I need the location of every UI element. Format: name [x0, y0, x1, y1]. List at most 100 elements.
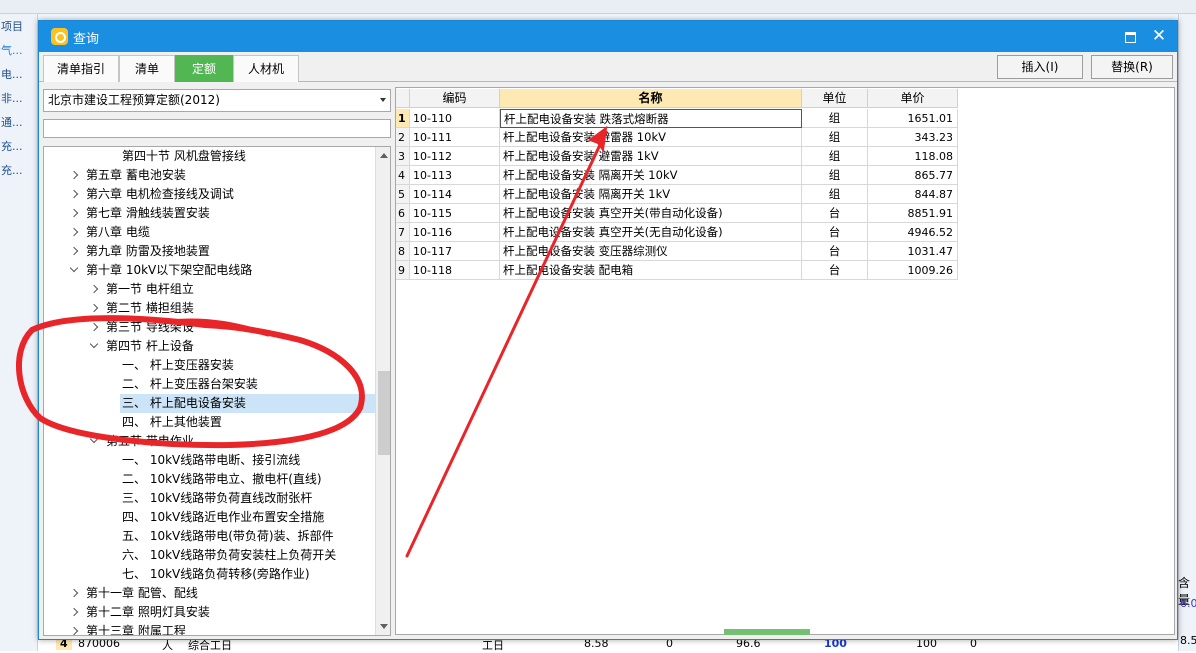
chevron-right-icon[interactable] [70, 171, 78, 179]
cell-code[interactable]: 10-112 [410, 147, 500, 166]
cell-unit[interactable]: 台 [802, 223, 868, 242]
cell-n[interactable]: 1 [396, 109, 410, 128]
tree-node[interactable]: 第九章 防雷及接地装置 [44, 242, 375, 261]
cell-unit[interactable]: 台 [802, 261, 868, 280]
tree-node[interactable]: 一、 10kV线路带电断、接引流线 [44, 451, 375, 470]
tree-node[interactable]: 二、 杆上变压器台架安装 [44, 375, 375, 394]
bg-left-item[interactable]: 通... [0, 112, 38, 134]
tree-node[interactable]: 第十三章 附属工程 [44, 622, 375, 635]
cell-n[interactable]: 3 [396, 147, 410, 166]
cell-n[interactable]: 8 [396, 242, 410, 261]
column-header-name[interactable]: 名称 [500, 89, 802, 108]
tree-node[interactable]: 四、 10kV线路近电作业布置安全措施 [44, 508, 375, 527]
cell-code[interactable]: 10-114 [410, 185, 500, 204]
tree-node[interactable]: 第三节 导线架设 [44, 318, 375, 337]
tree-node[interactable]: 第五章 蓄电池安装 [44, 166, 375, 185]
cell-unit[interactable]: 组 [802, 128, 868, 147]
table-corner[interactable] [396, 89, 410, 108]
cell-price[interactable]: 343.23 [868, 128, 958, 147]
close-icon[interactable]: ✕ [1149, 25, 1169, 47]
cell-unit[interactable]: 组 [802, 109, 868, 128]
tab-bill[interactable]: 清单 [119, 55, 175, 82]
chevron-down-icon[interactable] [90, 342, 98, 350]
cell-name[interactable]: 杆上配电设备安装 真空开关(带自动化设备) [500, 204, 802, 223]
chevron-right-icon[interactable] [90, 304, 98, 312]
tree-vertical-scrollbar[interactable] [375, 147, 390, 635]
cell-name[interactable]: 杆上配电设备安装 隔离开关 10kV [500, 166, 802, 185]
cell-name[interactable]: 杆上配电设备安装 避雷器 1kV [500, 147, 802, 166]
tree-node[interactable]: 第十二章 照明灯具安装 [44, 603, 375, 622]
chevron-right-icon[interactable] [70, 608, 78, 616]
cell-code[interactable]: 10-110 [410, 109, 500, 128]
chevron-right-icon[interactable] [90, 285, 98, 293]
tree-node[interactable]: 五、 10kV线路带电(带负荷)装、拆部件 [44, 527, 375, 546]
cell-n[interactable]: 5 [396, 185, 410, 204]
chevron-down-icon[interactable] [70, 266, 78, 274]
cell-unit[interactable]: 台 [802, 204, 868, 223]
cell-price[interactable]: 865.77 [868, 166, 958, 185]
cell-unit[interactable]: 组 [802, 166, 868, 185]
tab-quota[interactable]: 定额 [175, 55, 233, 82]
tab-labor-material-machine[interactable]: 人材机 [233, 55, 299, 82]
cell-price[interactable]: 1651.01 [868, 109, 958, 128]
tree-node[interactable]: 四、 杆上其他装置 [44, 413, 375, 432]
tree-node[interactable]: 一、 杆上变压器安装 [44, 356, 375, 375]
cell-name[interactable]: 杆上配电设备安装 隔离开关 1kV [500, 185, 802, 204]
chevron-right-icon[interactable] [90, 323, 98, 331]
tree-node[interactable]: 第四十节 风机盘管接线 [44, 147, 375, 166]
cell-price[interactable]: 118.08 [868, 147, 958, 166]
bg-left-item[interactable]: 气... [0, 40, 38, 62]
column-header-unit[interactable]: 单位 [802, 89, 868, 108]
tree-node[interactable]: 七、 10kV线路负荷转移(旁路作业) [44, 565, 375, 584]
tree-node[interactable]: 第五节 带电作业 [44, 432, 375, 451]
tree-node[interactable]: 第十一章 配管、配线 [44, 584, 375, 603]
cell-name[interactable]: 杆上配电设备安装 变压器综测仪 [500, 242, 802, 261]
chevron-right-icon[interactable] [70, 190, 78, 198]
cell-name[interactable]: 杆上配电设备安装 跌落式熔断器 [500, 109, 802, 128]
cell-price[interactable]: 1009.26 [868, 261, 958, 280]
cell-name[interactable]: 杆上配电设备安装 配电箱 [500, 261, 802, 280]
tree-node[interactable]: 第八章 电缆 [44, 223, 375, 242]
chevron-right-icon[interactable] [70, 228, 78, 236]
replace-button[interactable]: 替换(R) [1091, 55, 1173, 79]
cell-n[interactable]: 6 [396, 204, 410, 223]
cell-n[interactable]: 4 [396, 166, 410, 185]
cell-code[interactable]: 10-117 [410, 242, 500, 261]
tree-node[interactable]: 第一节 电杆组立 [44, 280, 375, 299]
cell-name[interactable]: 杆上配电设备安装 避雷器 10kV [500, 128, 802, 147]
tree-node[interactable]: 第二节 横担组装 [44, 299, 375, 318]
tree-node[interactable]: 三、 杆上配电设备安装 [120, 394, 375, 413]
tree-search-input[interactable] [43, 119, 391, 138]
tree-node[interactable]: 六、 10kV线路带负荷安装柱上负荷开关 [44, 546, 375, 565]
cell-name[interactable]: 杆上配电设备安装 真空开关(无自动化设备) [500, 223, 802, 242]
cell-code[interactable]: 10-118 [410, 261, 500, 280]
dialog-title-bar[interactable]: 查询 ✕ [39, 21, 1177, 52]
bg-left-item[interactable]: 项目 [0, 16, 38, 38]
column-header-code[interactable]: 编码 [410, 89, 500, 108]
chevron-down-icon[interactable] [90, 437, 98, 445]
tree-node[interactable]: 第十章 10kV以下架空配电线路 [44, 261, 375, 280]
scrollbar-thumb[interactable] [378, 371, 390, 455]
cell-n[interactable]: 7 [396, 223, 410, 242]
cell-code[interactable]: 10-116 [410, 223, 500, 242]
cell-code[interactable]: 10-113 [410, 166, 500, 185]
cell-unit[interactable]: 台 [802, 242, 868, 261]
tab-list-guide[interactable]: 清单指引 [43, 55, 119, 82]
cell-code[interactable]: 10-115 [410, 204, 500, 223]
chevron-right-icon[interactable] [70, 247, 78, 255]
tree-node[interactable]: 第四节 杆上设备 [44, 337, 375, 356]
cell-unit[interactable]: 组 [802, 147, 868, 166]
bg-left-item[interactable]: 电... [0, 64, 38, 86]
scroll-up-icon[interactable] [376, 147, 390, 164]
cell-price[interactable]: 4946.52 [868, 223, 958, 242]
chevron-right-icon[interactable] [70, 627, 78, 635]
chevron-right-icon[interactable] [70, 209, 78, 217]
quota-library-select[interactable]: 北京市建设工程预算定额(2012) [43, 89, 391, 112]
cell-code[interactable]: 10-111 [410, 128, 500, 147]
cell-price[interactable]: 844.87 [868, 185, 958, 204]
cell-n[interactable]: 9 [396, 261, 410, 280]
tree-node[interactable]: 第六章 电机检查接线及调试 [44, 185, 375, 204]
scroll-down-icon[interactable] [376, 618, 390, 635]
cell-price[interactable]: 1031.47 [868, 242, 958, 261]
maximize-icon[interactable] [1121, 27, 1139, 45]
